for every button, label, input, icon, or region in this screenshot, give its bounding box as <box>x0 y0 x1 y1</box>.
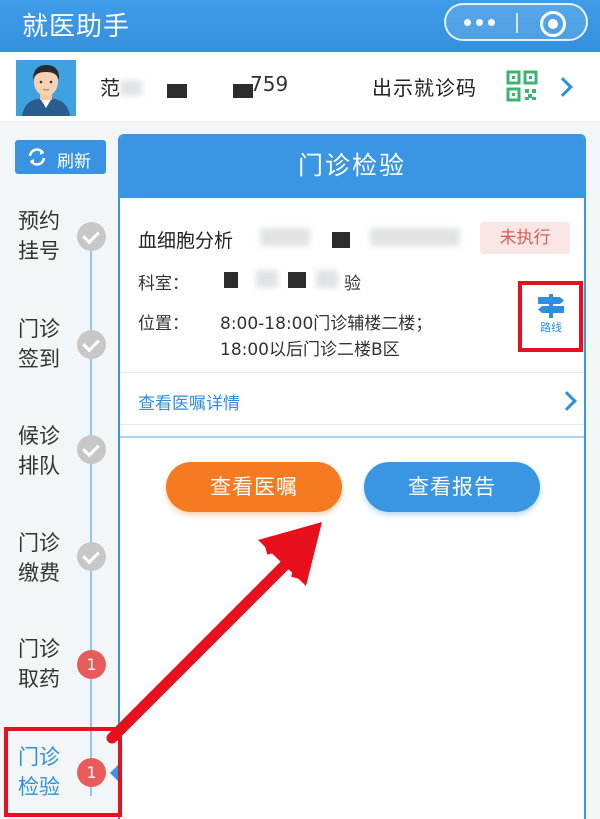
step-label: 门诊签到 <box>18 317 60 371</box>
step-queue[interactable]: 候诊排队 <box>0 421 110 501</box>
annotation-highlight-box <box>518 281 583 352</box>
show-visit-code-label[interactable]: 出示就诊码 <box>372 72 477 101</box>
location-line-2: 18:00以后门诊二楼B区 <box>220 340 400 360</box>
redaction-blur <box>120 80 142 96</box>
qr-code-icon[interactable] <box>506 70 538 102</box>
step-pharmacy[interactable]: 门诊取药 1 <box>0 634 110 714</box>
chevron-right-icon[interactable] <box>557 391 577 411</box>
app-title: 就医助手 <box>22 12 131 42</box>
redaction-block <box>167 84 187 98</box>
test-name: 血细胞分析 <box>138 230 234 252</box>
divider <box>120 436 584 438</box>
more-dots-icon[interactable] <box>460 16 500 30</box>
view-order-details-link[interactable]: 查看医嘱详情 <box>138 389 240 414</box>
annotation-highlight-box <box>4 727 122 817</box>
check-icon <box>77 542 106 571</box>
redaction-blur <box>316 270 338 288</box>
location-line-1: 8:00-18:00门诊辅楼二楼； <box>220 314 433 334</box>
lab-test-card: 门诊检验 血细胞分析 未执行 科室： 验 位置： 8:00-18:00门诊辅楼二… <box>118 134 586 819</box>
check-icon <box>77 435 106 464</box>
patient-name-end: 759 <box>250 72 289 96</box>
refresh-label: 刷新 <box>57 152 91 172</box>
card-title: 门诊检验 <box>120 136 584 198</box>
patient-name: 范 759 <box>100 72 300 102</box>
view-orders-button[interactable]: 查看医嘱 <box>166 462 342 512</box>
step-label: 门诊缴费 <box>18 531 60 585</box>
mini-program-close-icon[interactable] <box>540 11 566 37</box>
redaction-block <box>224 272 238 288</box>
department-label: 科室： <box>138 274 189 294</box>
location-label: 位置： <box>138 314 189 334</box>
step-label: 候诊排队 <box>18 424 60 478</box>
redaction-blur <box>256 270 278 288</box>
male-avatar-icon <box>16 60 76 116</box>
patient-name-start: 范 <box>100 76 120 100</box>
patient-profile-bar[interactable]: 范 759 出示就诊码 <box>0 52 600 122</box>
chevron-right-icon[interactable] <box>553 77 573 97</box>
app-header: 就医助手 <box>0 0 600 52</box>
step-checkin[interactable]: 门诊签到 <box>0 314 110 394</box>
refresh-icon <box>28 148 46 166</box>
capsule-divider <box>516 13 518 33</box>
redaction-blur <box>260 228 310 246</box>
status-badge: 未执行 <box>480 222 570 254</box>
view-report-button[interactable]: 查看报告 <box>364 462 540 512</box>
check-icon <box>77 222 106 251</box>
divider <box>120 424 584 425</box>
refresh-button[interactable]: 刷新 <box>15 140 106 174</box>
step-payment[interactable]: 门诊缴费 <box>0 528 110 608</box>
check-icon <box>77 330 106 359</box>
count-badge: 1 <box>77 650 106 679</box>
step-appointment[interactable]: 预约挂号 <box>0 206 110 286</box>
redaction-blur <box>370 228 460 246</box>
redaction-block <box>288 272 306 288</box>
divider <box>120 372 584 373</box>
mini-program-capsule <box>444 3 588 41</box>
step-label: 门诊取药 <box>18 637 60 691</box>
step-label: 预约挂号 <box>18 209 60 263</box>
department-name-end: 验 <box>344 274 361 294</box>
redaction-block <box>332 232 350 248</box>
